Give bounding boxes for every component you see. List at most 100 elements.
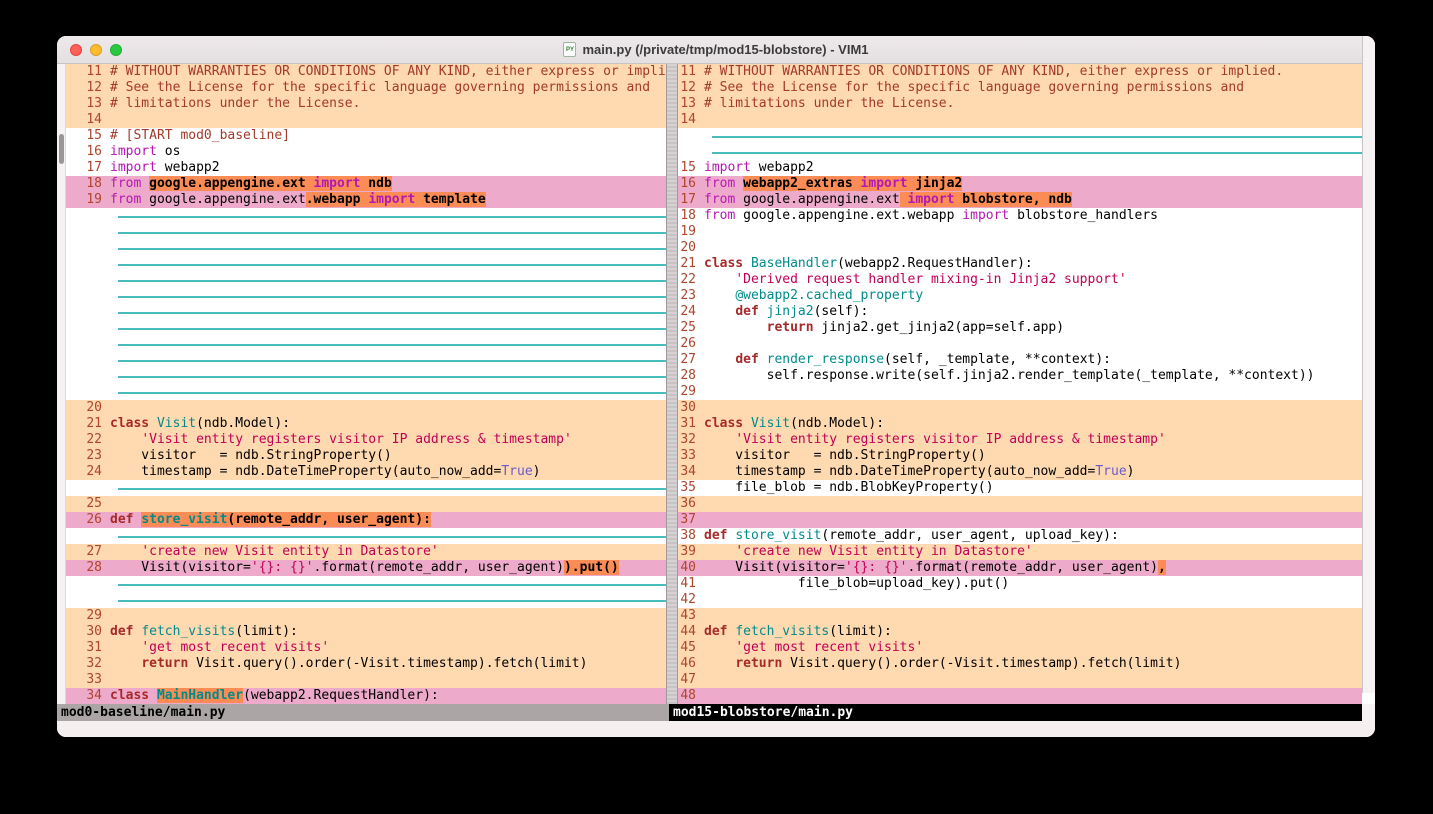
- code-text: class Visit(ndb.Model):: [704, 416, 1362, 432]
- line-number: 14: [678, 112, 704, 128]
- code-text: [110, 608, 666, 624]
- code-line: 16from webapp2_extras import jinja2: [678, 176, 1362, 192]
- code-line: 13# limitations under the License.: [66, 96, 666, 112]
- code-text: # See the License for the specific langu…: [704, 80, 1362, 96]
- line-number: [66, 336, 110, 352]
- line-number: [66, 256, 110, 272]
- code-text: [704, 608, 1362, 624]
- code-text: class Visit(ndb.Model):: [110, 416, 666, 432]
- diff-pane-left[interactable]: 11# WITHOUT WARRANTIES OR CONDITIONS OF …: [66, 64, 666, 704]
- code-text: [704, 496, 1362, 512]
- minimize-button[interactable]: [90, 44, 102, 56]
- line-number: [66, 288, 110, 304]
- line-number: 22: [66, 432, 110, 448]
- line-number: 16: [678, 176, 704, 192]
- deleted-line-marker: [712, 136, 1362, 138]
- code-line: 23 visitor = ndb.StringProperty(): [66, 448, 666, 464]
- line-number: 17: [66, 160, 110, 176]
- code-text: # limitations under the License.: [704, 96, 1362, 112]
- line-number: 13: [678, 96, 704, 112]
- close-button[interactable]: [70, 44, 82, 56]
- code-text: Visit(visitor='{}: {}'.format(remote_add…: [110, 560, 666, 576]
- left-scrollbar-thumb[interactable]: [59, 134, 64, 164]
- code-text: # WITHOUT WARRANTIES OR CONDITIONS OF AN…: [110, 64, 666, 80]
- code-line: 21class BaseHandler(webapp2.RequestHandl…: [678, 256, 1362, 272]
- line-number: [66, 320, 110, 336]
- command-line[interactable]: [57, 721, 1375, 737]
- code-line: 39 'create new Visit entity in Datastore…: [678, 544, 1362, 560]
- line-number: [66, 384, 110, 400]
- line-number: 30: [66, 624, 110, 640]
- code-line: 44def fetch_visits(limit):: [678, 624, 1362, 640]
- code-line: 24 timestamp = ndb.DateTimeProperty(auto…: [66, 464, 666, 480]
- line-number: 48: [678, 688, 704, 704]
- line-number: 30: [678, 400, 704, 416]
- code-line: 13# limitations under the License.: [678, 96, 1362, 112]
- code-text: class MainHandler(webapp2.RequestHandler…: [110, 688, 666, 704]
- code-line: 18from google.appengine.ext import ndb: [66, 176, 666, 192]
- code-text: visitor = ndb.StringProperty(): [110, 448, 666, 464]
- diff-filler-line: [678, 144, 1362, 160]
- line-number: 45: [678, 640, 704, 656]
- diff-filler-line: [66, 288, 666, 304]
- title-bar[interactable]: PY main.py (/private/tmp/mod15-blobstore…: [57, 36, 1375, 64]
- code-text: [704, 336, 1362, 352]
- code-text: 'create new Visit entity in Datastore': [704, 544, 1362, 560]
- diff-filler-line: [66, 240, 666, 256]
- line-number: 41: [678, 576, 704, 592]
- code-line: 41 file_blob=upload_key).put(): [678, 576, 1362, 592]
- code-text: return Visit.query().order(-Visit.timest…: [110, 656, 666, 672]
- line-number: [66, 592, 110, 608]
- deleted-line-marker: [118, 536, 666, 538]
- diff-filler-line: [66, 336, 666, 352]
- diff-filler-line: [66, 256, 666, 272]
- diff-filler-line: [66, 208, 666, 224]
- code-line: 33 visitor = ndb.StringProperty(): [678, 448, 1362, 464]
- code-text: from google.appengine.ext.webapp import …: [704, 208, 1362, 224]
- line-number: 20: [678, 240, 704, 256]
- code-text: Visit(visitor='{}: {}'.format(remote_add…: [704, 560, 1362, 576]
- diff-pane-right[interactable]: 11# WITHOUT WARRANTIES OR CONDITIONS OF …: [678, 64, 1362, 704]
- split-divider[interactable]: [666, 64, 678, 704]
- deleted-line-marker: [118, 232, 666, 234]
- line-number: 31: [66, 640, 110, 656]
- code-text: from google.appengine.ext import blobsto…: [704, 192, 1362, 208]
- line-number: 35: [678, 480, 704, 496]
- line-number: [66, 240, 110, 256]
- code-line: 29: [66, 608, 666, 624]
- left-scrollbar[interactable]: [57, 64, 66, 704]
- code-line: 14: [678, 112, 1362, 128]
- line-number: 22: [678, 272, 704, 288]
- line-number: 25: [678, 320, 704, 336]
- deleted-line-marker: [118, 264, 666, 266]
- line-number: 18: [678, 208, 704, 224]
- traffic-lights: [70, 44, 122, 56]
- code-line: 27 'create new Visit entity in Datastore…: [66, 544, 666, 560]
- line-number: 11: [678, 64, 704, 80]
- code-text: @webapp2.cached_property: [704, 288, 1362, 304]
- right-scrollbar[interactable]: [1362, 36, 1375, 693]
- zoom-button[interactable]: [110, 44, 122, 56]
- deleted-line-marker: [118, 328, 666, 330]
- line-number: 34: [678, 464, 704, 480]
- code-line: 28 Visit(visitor='{}: {}'.format(remote_…: [66, 560, 666, 576]
- diff-filler-line: [66, 272, 666, 288]
- line-number: 42: [678, 592, 704, 608]
- line-number: 44: [678, 624, 704, 640]
- line-number: 28: [66, 560, 110, 576]
- code-text: [704, 400, 1362, 416]
- code-text: visitor = ndb.StringProperty(): [704, 448, 1362, 464]
- line-number: 33: [678, 448, 704, 464]
- deleted-line-marker: [118, 584, 666, 586]
- code-line: 11# WITHOUT WARRANTIES OR CONDITIONS OF …: [66, 64, 666, 80]
- diff-filler-line: [66, 352, 666, 368]
- code-line: 34class MainHandler(webapp2.RequestHandl…: [66, 688, 666, 704]
- code-line: 28 self.response.write(self.jinja2.rende…: [678, 368, 1362, 384]
- code-text: 'Visit entity registers visitor IP addre…: [704, 432, 1362, 448]
- code-text: 'Derived request handler mixing-in Jinja…: [704, 272, 1362, 288]
- line-number: 34: [66, 688, 110, 704]
- line-number: [66, 352, 110, 368]
- deleted-line-marker: [118, 376, 666, 378]
- diff-filler-line: [678, 128, 1362, 144]
- code-text: # limitations under the License.: [110, 96, 666, 112]
